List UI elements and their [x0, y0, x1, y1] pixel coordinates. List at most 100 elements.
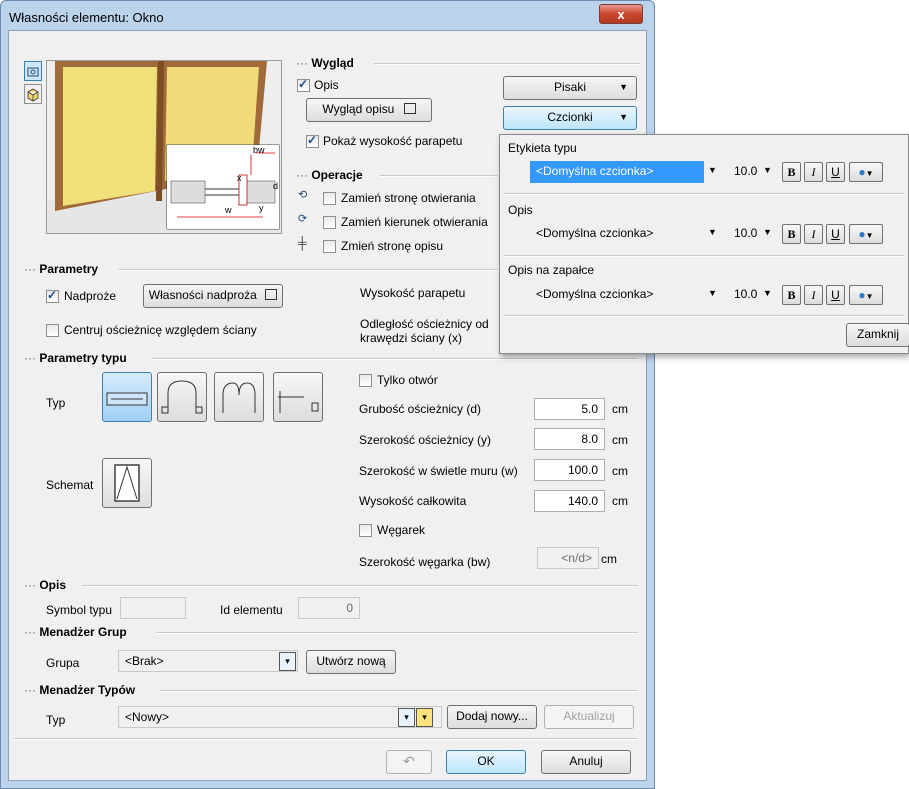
ok-button[interactable]: OK — [446, 750, 526, 774]
etykieta-size-value[interactable]: 10.0 — [734, 164, 757, 178]
etykieta-font-select[interactable]: <Domyślna czcionka> — [530, 161, 704, 183]
typ-manager-label: Typ — [46, 713, 66, 727]
divider — [118, 269, 498, 271]
wyglad-opisu-label: Wygląd opisu — [322, 102, 395, 116]
dropdown-arrow-icon[interactable]: ▼ — [763, 165, 772, 175]
opis-na-zapalce-font-select[interactable]: <Domyślna czcionka> — [530, 284, 704, 306]
typ-pick-icon[interactable]: ▾ — [398, 708, 415, 727]
szerokosc-muru-unit: cm — [612, 464, 628, 478]
italic-button[interactable]: I — [804, 285, 823, 305]
divider — [156, 632, 638, 634]
opis-font-select[interactable]: <Domyślna czcionka> — [530, 223, 704, 245]
font-popup: Etykieta typu <Domyślna czcionka> ▼ 10.0… — [499, 134, 909, 354]
grupa-pick-icon[interactable]: ▾ — [279, 652, 296, 671]
zamien-strone-checkbox[interactable] — [323, 192, 336, 205]
pisaki-button[interactable]: Pisaki ▼ — [503, 76, 637, 100]
opis-na-zapalce-size-value[interactable]: 10.0 — [734, 287, 757, 301]
czcionki-label: Czcionki — [547, 110, 593, 124]
color-picker-button[interactable]: ●▼ — [849, 285, 883, 305]
type-rectangular-button[interactable] — [102, 372, 152, 422]
label-w: w — [225, 205, 232, 215]
dropdown-arrow-icon[interactable]: ▼ — [708, 227, 717, 237]
wyglad-opisu-button[interactable]: Wygląd opisu — [306, 98, 432, 122]
odleglosc-label-1: Odległość ościeżnicy od — [360, 317, 489, 331]
id-elementu-input: 0 — [298, 597, 360, 619]
underline-button[interactable]: U — [826, 162, 845, 182]
typ-field: <Nowy> — [118, 706, 442, 728]
color-picker-button[interactable]: ●▼ — [849, 162, 883, 182]
underline-button[interactable]: U — [826, 285, 845, 305]
wlasnosci-nadproza-button[interactable]: Własności nadproża — [143, 284, 283, 308]
tylko-otwor-checkbox[interactable] — [359, 374, 372, 387]
schemat-button[interactable] — [102, 458, 152, 508]
type-double-arch-button[interactable] — [214, 372, 264, 422]
szerokosc-oscieznicy-input[interactable]: 8.0 — [534, 428, 605, 450]
divider — [504, 315, 904, 317]
schemat-label: Schemat — [46, 478, 94, 492]
symbol-typu-input — [120, 597, 186, 619]
opis-na-zapalce-font-value: <Domyślna czcionka> — [536, 287, 654, 301]
underline-button[interactable]: U — [826, 224, 845, 244]
popout-icon — [403, 103, 416, 114]
section-diagram — [167, 145, 279, 229]
opis-size-value[interactable]: 10.0 — [734, 226, 757, 240]
title-bar: Własności elementu: Okno x — [1, 1, 656, 31]
nadproze-checkbox[interactable] — [46, 288, 59, 303]
bold-label: B — [787, 227, 796, 241]
color-palette-icon: ● — [858, 227, 866, 241]
footer-divider — [14, 738, 638, 740]
etykieta-typu-title: Etykieta typu — [508, 141, 577, 155]
zamknij-button[interactable]: Zamknij — [846, 323, 909, 347]
grubosc-input[interactable]: 5.0 — [534, 398, 605, 420]
window-preview: bw x d w y — [46, 60, 282, 234]
bold-button[interactable]: B — [782, 285, 801, 305]
dropdown-arrow-icon[interactable]: ▼ — [708, 288, 717, 298]
typ-save-icon[interactable]: ▾ — [416, 708, 433, 727]
zmien-strone-opisu-checkbox[interactable] — [323, 240, 336, 253]
szerokosc-wegarka-unit: cm — [601, 552, 617, 566]
view-3d-box-button[interactable] — [24, 84, 42, 104]
utworz-nowa-button[interactable]: Utwórz nową — [306, 650, 396, 674]
pisaki-label: Pisaki — [553, 80, 586, 94]
opis-font-value: <Domyślna czcionka> — [536, 226, 654, 240]
symbol-typu-label: Symbol typu — [46, 603, 113, 617]
dodaj-nowy-button[interactable]: Dodaj nowy... — [447, 705, 537, 729]
szerokosc-wegarka-input: <n/d> — [537, 547, 599, 569]
italic-label: I — [811, 165, 816, 179]
anuluj-button[interactable]: Anuluj — [541, 750, 631, 774]
italic-button[interactable]: I — [804, 224, 823, 244]
szerokosc-muru-input[interactable]: 100.0 — [534, 459, 605, 481]
color-picker-button[interactable]: ●▼ — [849, 224, 883, 244]
grubosc-unit: cm — [612, 402, 628, 416]
opis-na-zapalce-title: Opis na zapałce — [508, 263, 595, 277]
centruj-checkbox[interactable] — [46, 324, 59, 337]
wegarek-checkbox[interactable] — [359, 524, 372, 537]
color-palette-icon: ● — [858, 165, 866, 179]
dropdown-arrow-icon[interactable]: ▼ — [763, 288, 772, 298]
dropdown-arrow-icon[interactable]: ▼ — [763, 227, 772, 237]
italic-button[interactable]: I — [804, 162, 823, 182]
szerokosc-wegarka-label: Szerokość węgarka (bw) — [359, 555, 491, 569]
undo-button: ↶ — [386, 750, 432, 774]
close-button[interactable]: x — [599, 4, 643, 24]
type-flat-button[interactable] — [273, 372, 323, 422]
bold-button[interactable]: B — [782, 162, 801, 182]
zamien-kierunek-checkbox[interactable] — [323, 216, 336, 229]
wlasnosci-nadproza-label: Własności nadproża — [148, 288, 257, 302]
wysokosc-calkowita-input[interactable]: 140.0 — [534, 490, 605, 512]
grupa-field: <Brak> — [118, 650, 298, 672]
bold-label: B — [787, 288, 796, 302]
pokaz-wysokosc-checkbox[interactable] — [306, 133, 319, 148]
opis-checkbox[interactable] — [297, 77, 310, 92]
bold-button[interactable]: B — [782, 224, 801, 244]
divider — [374, 63, 640, 65]
dropdown-arrow-icon[interactable]: ▼ — [708, 165, 717, 175]
section-operacje: Operacje — [296, 168, 362, 182]
szerokosc-oscieznicy-label: Szerokość ościeżnicy (y) — [359, 433, 492, 447]
pokaz-wysokosc-label: Pokaż wysokość parapetu — [323, 134, 463, 148]
label-x: x — [237, 173, 242, 183]
czcionki-button[interactable]: Czcionki ▼ — [503, 106, 637, 130]
type-arched-button[interactable] — [157, 372, 207, 422]
view-3d-photo-button[interactable] — [24, 61, 42, 81]
opis-label: Opis — [314, 78, 339, 92]
